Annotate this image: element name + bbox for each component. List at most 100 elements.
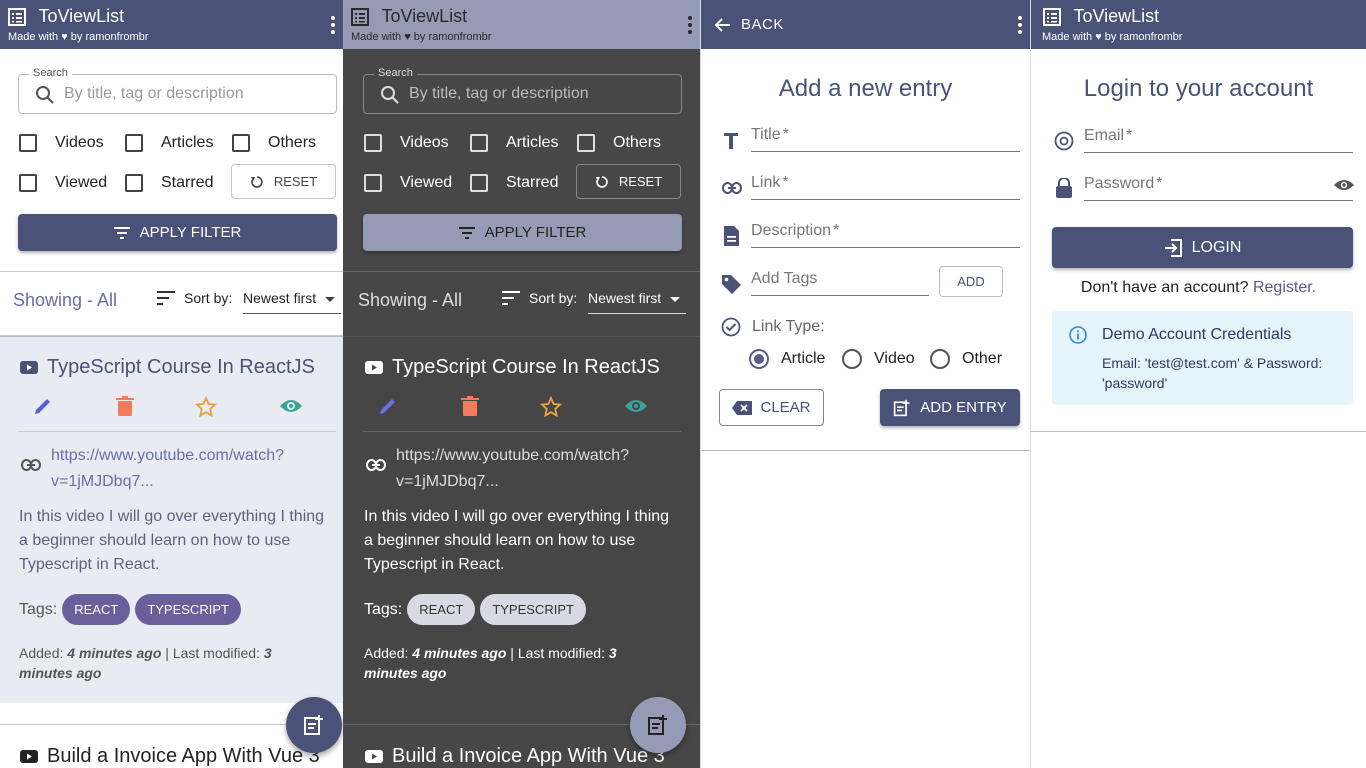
reset-label: RESET [273, 174, 318, 189]
demo-title: Demo Account Credentials [1102, 326, 1292, 343]
star-icon[interactable] [194, 395, 218, 423]
view-icon[interactable] [624, 396, 648, 421]
filter-videos-checkbox[interactable]: Videos [364, 134, 449, 152]
entry-title-text: TypeScript Course In ReactJS [47, 356, 315, 378]
filter-articles-checkbox[interactable]: Articles [125, 134, 213, 152]
filter-videos-checkbox[interactable]: Videos [19, 134, 104, 152]
email-field[interactable]: Email * [1084, 127, 1353, 153]
brand[interactable]: ToViewList [1043, 6, 1159, 27]
view-icon[interactable] [279, 396, 303, 421]
app-title: ToViewList [1073, 6, 1160, 26]
more-menu-icon[interactable] [331, 16, 335, 34]
clear-button[interactable]: CLEAR [719, 389, 824, 426]
filter-starred-label: Starred [506, 174, 559, 191]
heart-icon: ♥ [61, 31, 68, 43]
tags-label: Tags: [19, 600, 58, 618]
reset-button[interactable]: RESET [231, 164, 336, 199]
more-menu-icon[interactable] [688, 16, 692, 34]
brand[interactable]: ToViewList [351, 6, 467, 27]
radio-article[interactable]: Article [749, 349, 825, 369]
filter-viewed-label: Viewed [55, 174, 108, 191]
divider [0, 271, 343, 272]
youtube-icon [20, 750, 38, 763]
modified-label: | Last modified: [510, 645, 605, 661]
entry-title[interactable]: TypeScript Course In ReactJS [365, 356, 660, 379]
add-tag-label: ADD [957, 274, 985, 289]
link-field[interactable]: Link * [751, 174, 1020, 200]
apply-filter-button[interactable]: APPLY FILTER [18, 214, 337, 251]
search-input[interactable]: Search By title, tag or description [18, 67, 337, 114]
tag-icon [722, 275, 741, 294]
description-field[interactable]: Description * [751, 222, 1020, 248]
search-placeholder: By title, tag or description [409, 85, 589, 102]
tag-chip[interactable]: REACT [62, 594, 131, 625]
filter-starred-checkbox[interactable]: Starred [125, 174, 213, 192]
filter-icon [458, 226, 475, 239]
back-button[interactable]: BACK [715, 16, 784, 33]
chevron-down-icon [670, 297, 680, 302]
login-button[interactable]: LOGIN [1052, 227, 1353, 268]
apply-filter-button[interactable]: APPLY FILTER [363, 214, 682, 251]
search-placeholder: By title, tag or description [64, 85, 244, 102]
radio-video[interactable]: Video [842, 349, 915, 369]
showing-label: Showing - All [358, 290, 463, 310]
brand[interactable]: ToViewList [8, 6, 124, 27]
filter-videos-label: Videos [55, 134, 104, 151]
filter-others-checkbox[interactable]: Others [577, 134, 661, 152]
divider [701, 450, 1030, 451]
eye-icon[interactable] [1333, 178, 1355, 192]
app-subtitle: Made with ♥ by ramonfrombr [351, 31, 491, 43]
chevron-down-icon [325, 297, 335, 302]
modified-label: | Last modified: [165, 645, 260, 661]
divider [363, 431, 681, 432]
added-value: 4 minutes ago [412, 645, 507, 661]
tags-input[interactable]: Add Tags [751, 270, 929, 296]
sort-select[interactable]: Newest first [588, 290, 686, 314]
added-label: Added: [19, 645, 64, 661]
link-icon [21, 459, 41, 471]
search-icon [381, 86, 399, 104]
star-icon[interactable] [539, 395, 563, 423]
filter-others-checkbox[interactable]: Others [232, 134, 316, 152]
register-link[interactable]: Register. [1253, 279, 1316, 296]
tag-chip[interactable]: TYPESCRIPT [480, 594, 586, 625]
entry-title[interactable]: TypeScript Course In ReactJS [20, 356, 315, 379]
entry-title[interactable]: Build a Invoice App With Vue 3 [365, 745, 665, 768]
edit-icon[interactable] [378, 396, 398, 421]
sort-select[interactable]: Newest first [243, 290, 341, 314]
entry-link[interactable]: https://www.youtube.com/watch?v=1jMJDbq7… [51, 443, 336, 495]
tag-chip[interactable]: TYPESCRIPT [135, 594, 241, 625]
link-icon [366, 459, 386, 471]
filter-starred-checkbox[interactable]: Starred [470, 174, 558, 192]
filter-viewed-checkbox[interactable]: Viewed [364, 174, 452, 192]
youtube-icon [20, 361, 38, 374]
title-field[interactable]: Title * [751, 126, 1020, 152]
entry-title[interactable]: Build a Invoice App With Vue 3 [20, 745, 320, 768]
sort-value: Newest first [588, 290, 662, 306]
password-field[interactable]: Password * [1084, 175, 1355, 201]
showing-label: Showing - All [13, 290, 118, 310]
add-tag-button[interactable]: ADD [939, 266, 1003, 297]
link-icon [722, 182, 742, 194]
filter-articles-label: Articles [161, 134, 214, 151]
app-bar: ToViewList Made with ♥ by ramonfrombr [343, 0, 700, 49]
search-input[interactable]: Search By title, tag or description [363, 67, 682, 114]
entry-link[interactable]: https://www.youtube.com/watch?v=1jMJDbq7… [396, 443, 681, 495]
more-menu-icon[interactable] [1018, 16, 1022, 34]
delete-icon[interactable] [116, 396, 134, 421]
sort-value: Newest first [243, 290, 317, 306]
filter-viewed-checkbox[interactable]: Viewed [19, 174, 107, 192]
add-entry-button[interactable]: ADD ENTRY [880, 389, 1020, 426]
tag-chip[interactable]: REACT [407, 594, 476, 625]
delete-icon[interactable] [461, 396, 479, 421]
add-entry-fab[interactable] [630, 697, 686, 753]
back-label: BACK [741, 16, 784, 33]
radio-other[interactable]: Other [930, 349, 1002, 369]
add-entry-fab[interactable] [286, 697, 342, 753]
description-icon [724, 226, 739, 246]
reset-button[interactable]: RESET [576, 164, 681, 199]
app-bar: BACK [701, 0, 1030, 49]
no-account-text: Don't have an account? [1080, 279, 1249, 296]
edit-icon[interactable] [33, 396, 53, 421]
filter-articles-checkbox[interactable]: Articles [470, 134, 558, 152]
